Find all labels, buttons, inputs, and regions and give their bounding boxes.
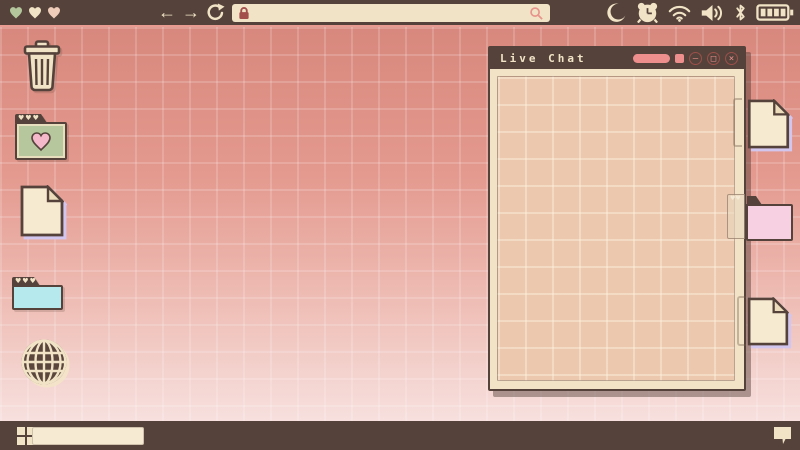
taskbar-search-input[interactable] bbox=[37, 429, 169, 443]
desktop: ♥ ♥ ♥ ♥ ♥ ♥ Live Chat – □ × ♥♥ bbox=[0, 27, 800, 421]
forward-button[interactable]: → bbox=[180, 0, 202, 25]
refresh-button[interactable] bbox=[206, 3, 225, 27]
window-controls: – □ × bbox=[633, 52, 738, 65]
pink-heart-icon bbox=[31, 132, 51, 152]
trash-icon[interactable] bbox=[22, 40, 62, 97]
hidden-document-outline bbox=[733, 98, 742, 147]
taskbar bbox=[0, 421, 800, 450]
hearts-logo bbox=[8, 5, 62, 20]
alarm-clock-icon[interactable] bbox=[636, 2, 659, 23]
search-icon bbox=[530, 6, 543, 20]
wifi-icon[interactable] bbox=[668, 4, 691, 22]
progress-pill bbox=[633, 54, 670, 63]
heart-green-icon bbox=[10, 7, 22, 19]
chat-bubble-icon bbox=[774, 427, 791, 444]
hidden-document-outline bbox=[737, 296, 746, 346]
window-title: Live Chat bbox=[500, 52, 587, 65]
folder-body bbox=[15, 122, 67, 160]
minimize-button[interactable]: – bbox=[689, 52, 702, 65]
screen: ← → ♥ ♥ ♥ ♥ ♥ ♥ Live Chat – □ × ♥♥ bbox=[0, 0, 800, 450]
close-button[interactable]: × bbox=[725, 52, 738, 65]
battery-icon[interactable] bbox=[756, 3, 794, 22]
hidden-folder-outline: ♥♥ bbox=[727, 194, 745, 239]
taskbar-search[interactable] bbox=[32, 427, 169, 445]
document-icon[interactable] bbox=[747, 296, 790, 351]
maximize-button[interactable]: □ bbox=[707, 52, 720, 65]
refresh-icon bbox=[207, 3, 225, 21]
lock-icon bbox=[239, 7, 249, 19]
document-icon[interactable] bbox=[20, 184, 65, 242]
pink-folder-icon[interactable] bbox=[746, 204, 793, 241]
system-tray bbox=[606, 0, 794, 25]
progress-dot bbox=[675, 54, 684, 63]
chat-bubble-button[interactable] bbox=[773, 426, 793, 448]
window-titlebar[interactable]: Live Chat – □ × bbox=[490, 48, 744, 69]
top-bar: ← → bbox=[0, 0, 800, 27]
folder-body bbox=[12, 285, 63, 310]
cyan-folder-icon[interactable]: ♥ ♥ ♥ bbox=[12, 277, 64, 310]
heart-cream-icon bbox=[29, 7, 41, 19]
bluetooth-icon[interactable] bbox=[734, 3, 747, 22]
url-bar[interactable] bbox=[232, 4, 550, 22]
document-icon[interactable] bbox=[747, 98, 791, 154]
heart-peach-icon bbox=[48, 7, 60, 19]
moon-icon[interactable] bbox=[606, 2, 627, 23]
live-chat-window: Live Chat – □ × bbox=[488, 46, 746, 391]
volume-icon[interactable] bbox=[700, 4, 725, 22]
back-button[interactable]: ← bbox=[156, 0, 178, 25]
url-input[interactable] bbox=[250, 6, 529, 20]
heart-folder-icon[interactable]: ♥ ♥ ♥ bbox=[15, 114, 67, 160]
globe-icon[interactable] bbox=[20, 338, 70, 393]
chat-content-area[interactable] bbox=[497, 76, 735, 381]
